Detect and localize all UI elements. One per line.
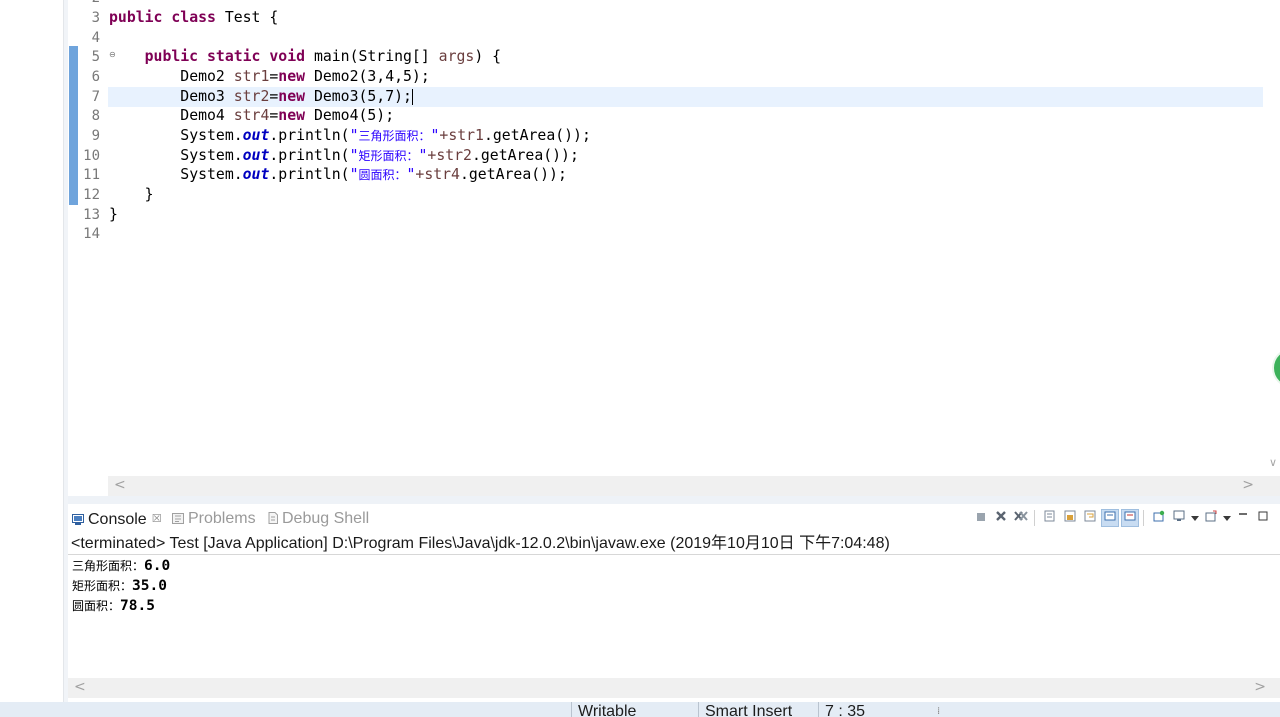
line-number: 3 [91, 10, 100, 26]
line-number: 14 [83, 226, 100, 242]
scroll-left-icon[interactable]: < [74, 679, 86, 695]
line-number: 8 [91, 108, 100, 124]
tab-console[interactable]: Console ☒ [72, 508, 162, 530]
console-tab-bar: Console ☒ Problems Debug Shell [68, 504, 1280, 532]
code-line-7: Demo3 str2=new Demo3(5,7); [180, 88, 413, 105]
tab-problems[interactable]: Problems [172, 508, 256, 530]
code-text-area[interactable]: public class Test { public static void m… [108, 0, 1263, 476]
tab-debug-shell[interactable]: Debug Shell [268, 508, 369, 530]
console-icon [72, 510, 84, 525]
code-line-13: } [109, 206, 118, 223]
status-separator [698, 702, 699, 717]
line-number: 4 [91, 30, 100, 46]
status-insert-mode[interactable]: Smart Insert [705, 702, 792, 717]
code-line-10: System.out.println("矩形面积："+str2.getArea(… [180, 147, 579, 164]
status-bar: Writable Smart Insert 7 : 35 ⁞ [0, 702, 1280, 717]
show-stdout-icon[interactable] [1101, 509, 1119, 527]
remove-all-icon[interactable] [1012, 509, 1030, 527]
console-divider [68, 554, 1280, 555]
code-line-8: Demo4 str4=new Demo4(5); [180, 107, 395, 124]
pin-console-icon[interactable] [1150, 509, 1168, 527]
minimize-icon[interactable] [1234, 509, 1252, 527]
code-line-6: Demo2 str1=new Demo2(3,4,5); [180, 68, 430, 85]
status-cursor-position[interactable]: 7 : 35 [825, 702, 865, 717]
line-number: 5 [91, 49, 100, 65]
status-grip-icon: ⁞ [937, 706, 941, 717]
text-caret [411, 89, 413, 105]
maximize-icon[interactable] [1254, 509, 1272, 527]
console-output-line: 矩形面积：35.0 [72, 578, 167, 594]
scroll-down-icon[interactable]: ∨ [1269, 456, 1277, 469]
line-number: 2 [70, 0, 100, 8]
scroll-left-icon[interactable]: < [114, 477, 126, 493]
scroll-right-icon[interactable]: > [1254, 679, 1266, 695]
toolbar-separator [1034, 510, 1035, 526]
scroll-right-icon[interactable]: > [1242, 477, 1254, 493]
line-number: 13 [83, 207, 100, 223]
line-number: 9 [91, 128, 100, 144]
display-console-icon[interactable] [1170, 509, 1188, 527]
line-number: 12 [83, 187, 100, 203]
console-output-line: 圆面积：78.5 [72, 598, 155, 614]
code-line-11: System.out.println("圆面积："+str4.getArea()… [180, 166, 567, 183]
code-editor[interactable]: 2 3 4 5 6 7 8 9 10 11 12 13 14 ⊖ public … [68, 0, 1280, 496]
editor-console-sash[interactable] [68, 496, 1280, 504]
code-line-3: public class Test { [109, 9, 279, 26]
dropdown-icon[interactable] [1222, 509, 1232, 527]
dropdown-icon[interactable] [1190, 509, 1200, 527]
debug-shell-icon [268, 509, 278, 524]
process-status-line: <terminated> Test [Java Application] D:\… [71, 535, 890, 552]
scroll-lock-icon[interactable] [1061, 509, 1079, 527]
console-toolbar [970, 508, 1272, 528]
line-number-gutter: 2 3 4 5 6 7 8 9 10 11 12 13 14 ⊖ [78, 0, 116, 476]
open-console-icon[interactable] [1202, 509, 1220, 527]
console-view: Console ☒ Problems Debug Shell <terminat… [68, 504, 1280, 702]
problems-icon [172, 509, 184, 524]
code-line-5: public static void main(String[] args) { [144, 48, 502, 65]
line-number: 6 [91, 69, 100, 85]
line-number: 10 [83, 148, 100, 164]
line-number: 7 [91, 89, 100, 105]
editor-horizontal-scrollbar[interactable]: < > [108, 476, 1280, 496]
line-number: 11 [83, 167, 100, 183]
status-writable: Writable [578, 703, 637, 717]
editor-vertical-scrollbar[interactable]: ∨ [1263, 0, 1280, 476]
toolbar-separator [1143, 510, 1144, 526]
clear-console-icon[interactable] [1041, 509, 1059, 527]
console-output-line: 三角形面积：6.0 [72, 558, 171, 574]
word-wrap-icon[interactable] [1081, 509, 1099, 527]
console-horizontal-scrollbar[interactable]: < > [68, 678, 1280, 698]
code-line-12: } [144, 186, 154, 203]
left-side-panel [0, 0, 64, 702]
remove-launch-icon[interactable] [992, 509, 1010, 527]
code-line-9: System.out.println("三角形面积："+str1.getArea… [180, 127, 591, 144]
status-separator [571, 702, 572, 717]
close-tab-icon[interactable]: ☒ [152, 512, 162, 525]
status-separator [818, 702, 819, 717]
show-stderr-icon[interactable] [1121, 509, 1139, 527]
stop-icon[interactable] [972, 509, 990, 527]
